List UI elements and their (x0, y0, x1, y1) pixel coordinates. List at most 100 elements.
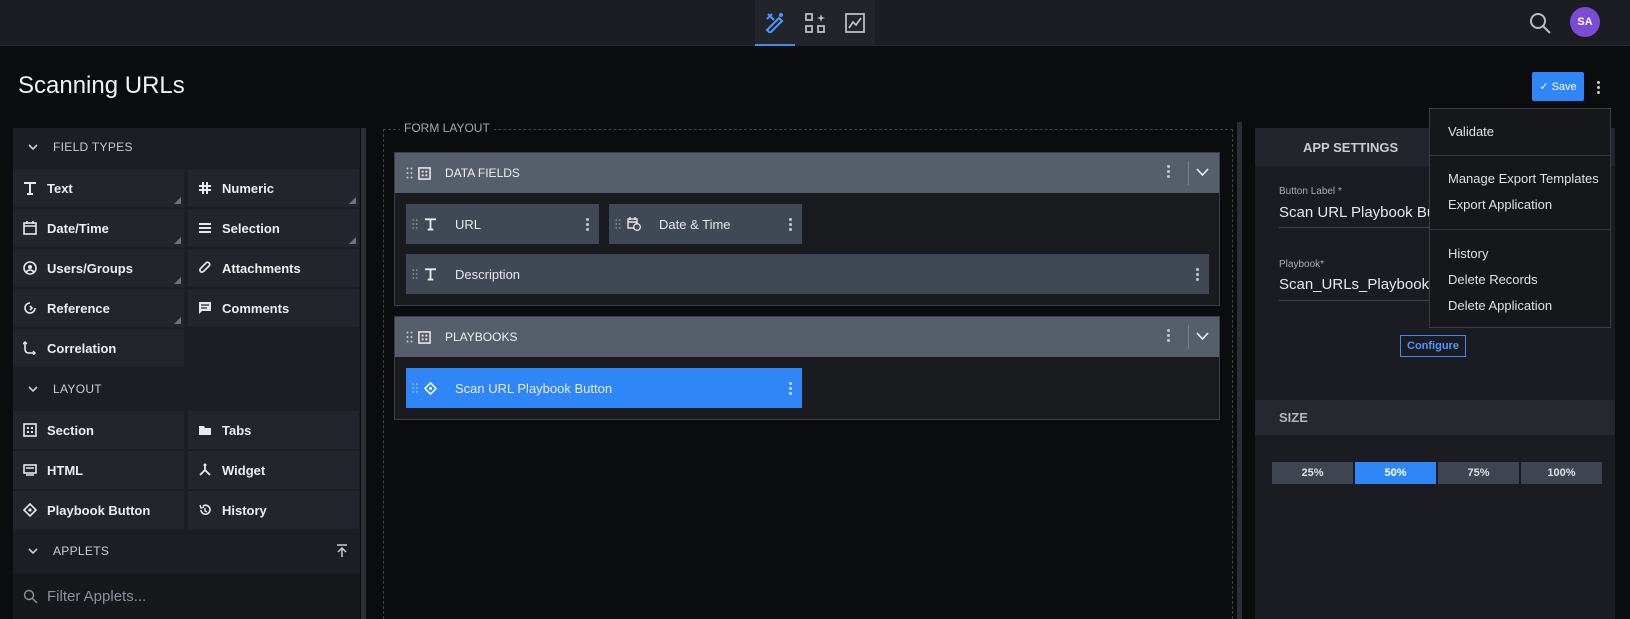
chevron-down-icon[interactable] (1196, 332, 1209, 340)
palette-item-label: Playbook Button (47, 502, 151, 518)
drag-handle-icon[interactable] (412, 218, 418, 230)
palette-item-numeric[interactable]: Numeric (188, 169, 359, 207)
palette-item-widget[interactable]: Widget (188, 451, 359, 489)
palette-item-correlation[interactable]: Correlation (13, 329, 184, 367)
layout-header[interactable]: LAYOUT (13, 370, 360, 408)
palette-item-text[interactable]: Text (13, 169, 184, 207)
playbook-icon (424, 381, 437, 395)
palette-item-html[interactable]: HTML (13, 451, 184, 489)
html-icon (13, 463, 47, 477)
playbook-icon (13, 503, 47, 517)
form-designer-icon[interactable] (755, 0, 795, 46)
menu-item-manage-export-templates[interactable]: Manage Export Templates (1448, 171, 1599, 186)
calendar-clock-icon (627, 217, 641, 231)
kebab-icon[interactable] (1167, 165, 1170, 178)
palette-item-label: Reference (47, 300, 110, 316)
palette-item-datetime[interactable]: Date/Time (13, 209, 184, 247)
size-option-25[interactable]: 25% (1272, 462, 1353, 484)
field-label: URL (455, 216, 482, 232)
page-title: Scanning URLs (18, 72, 185, 99)
correlation-icon (13, 341, 47, 355)
form-field-date-time[interactable]: Date & Time (609, 204, 802, 244)
reference-icon (13, 301, 47, 315)
calendar-icon (13, 221, 47, 235)
text-icon (424, 267, 437, 281)
form-field-scan-url-playbook-button[interactable]: Scan URL Playbook Button (406, 368, 802, 408)
kebab-icon[interactable] (1167, 329, 1170, 342)
kebab-icon[interactable] (1196, 268, 1199, 281)
palette-scrollbar[interactable] (361, 128, 366, 619)
menu-item-delete-records[interactable]: Delete Records (1448, 272, 1538, 287)
kebab-icon[interactable] (586, 218, 589, 231)
drag-handle-icon[interactable] (412, 268, 418, 280)
section-icon (418, 330, 431, 344)
size-selector: 25% 50% 75% 100% (1272, 462, 1602, 484)
palette-item-label: Tabs (222, 422, 252, 438)
section-icon (13, 423, 47, 437)
hash-icon (188, 181, 222, 195)
palette-item-label: Date/Time (47, 220, 109, 236)
button-label-label: Button Label * (1279, 186, 1342, 197)
avatar[interactable]: SA (1570, 7, 1600, 37)
drag-handle-icon[interactable] (406, 331, 413, 343)
chevron-down-icon[interactable] (1196, 168, 1209, 176)
menu-item-delete-application[interactable]: Delete Application (1448, 298, 1552, 313)
menu-item-history[interactable]: History (1448, 246, 1488, 261)
palette-item-label: History (222, 502, 267, 518)
palette-item-label: Numeric (222, 180, 275, 196)
applets-header[interactable]: APPLETS (13, 532, 360, 570)
palette-item-comments[interactable]: Comments (188, 289, 359, 327)
save-button-label: Save (1551, 80, 1577, 93)
comment-icon (188, 301, 222, 315)
palette-item-selection[interactable]: Selection (188, 209, 359, 247)
collapse-top-icon[interactable] (336, 544, 348, 558)
tabs-icon (188, 423, 222, 437)
search-icon[interactable] (1528, 11, 1552, 35)
palette-item-attachments[interactable]: Attachments (188, 249, 359, 287)
form-field-description[interactable]: Description (406, 254, 1209, 294)
section-header[interactable]: DATA FIELDS (395, 153, 1219, 193)
more-options-button[interactable] (1592, 76, 1604, 98)
palette-item-section[interactable]: Section (13, 411, 184, 449)
configure-button[interactable]: Configure (1400, 335, 1466, 357)
section-title: PLAYBOOKS (445, 330, 518, 344)
section-header[interactable]: PLAYBOOKS (395, 317, 1219, 357)
paperclip-icon (188, 261, 222, 275)
drag-handle-icon[interactable] (615, 218, 621, 230)
palette-item-users-groups[interactable]: Users/Groups (13, 249, 184, 287)
drag-handle-icon[interactable] (406, 167, 413, 179)
menu-item-validate[interactable]: Validate (1448, 124, 1494, 139)
size-option-50[interactable]: 50% (1355, 462, 1436, 484)
palette-item-label: Correlation (47, 340, 117, 356)
check-icon: ✓ (1539, 81, 1549, 93)
kebab-icon[interactable] (789, 382, 792, 395)
field-types-header[interactable]: FIELD TYPES (13, 128, 360, 166)
form-field-url[interactable]: URL (406, 204, 599, 244)
palette-item-history[interactable]: History (188, 491, 359, 529)
workflow-icon[interactable] (795, 0, 835, 46)
field-label: Scan URL Playbook Button (455, 380, 613, 396)
button-label-field[interactable]: Scan URL Playbook Butt (1279, 204, 1434, 221)
kebab-icon[interactable] (789, 218, 792, 231)
section-data-fields[interactable]: DATA FIELDS URL Date & Time Description (394, 152, 1220, 306)
playbook-field[interactable]: Scan_URLs_Playbook (1279, 276, 1429, 293)
text-icon (13, 181, 47, 195)
palette-item-label: Widget (222, 462, 266, 478)
chevron-down-icon (13, 548, 53, 554)
user-icon (13, 261, 47, 275)
save-button[interactable]: ✓ Save (1532, 72, 1584, 101)
section-playbooks[interactable]: PLAYBOOKS Scan URL Playbook Button (394, 316, 1220, 420)
form-scrollbar[interactable] (1237, 122, 1242, 619)
drag-handle-icon[interactable] (412, 382, 418, 394)
size-option-75[interactable]: 75% (1438, 462, 1519, 484)
menu-item-export-application[interactable]: Export Application (1448, 197, 1552, 212)
widget-icon (188, 463, 222, 477)
palette-item-playbook-button[interactable]: Playbook Button (13, 491, 184, 529)
palette-item-tabs[interactable]: Tabs (188, 411, 359, 449)
applet-filter-input[interactable]: Filter Applets... (13, 574, 360, 619)
size-option-100[interactable]: 100% (1521, 462, 1602, 484)
palette-item-reference[interactable]: Reference (13, 289, 184, 327)
palette-item-label: Selection (222, 220, 280, 236)
view-switcher (755, 0, 875, 46)
reports-icon[interactable] (835, 0, 875, 46)
